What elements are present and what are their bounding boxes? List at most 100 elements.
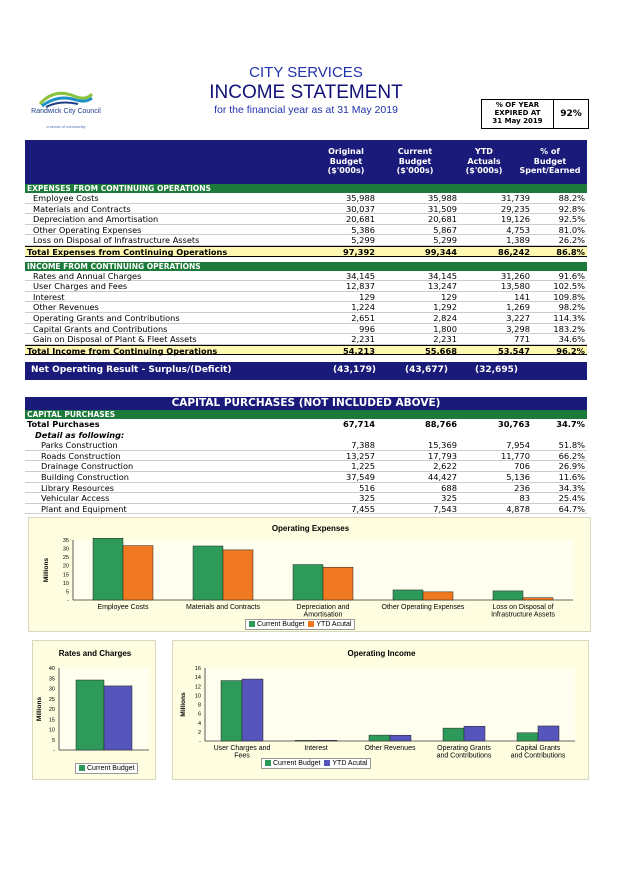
row-label: Other Revenues	[33, 302, 99, 313]
y-tick-label: 20	[63, 564, 69, 570]
row-value: 88,766	[424, 419, 457, 429]
y-axis-label: Millions	[43, 558, 50, 583]
row-value: 7,455	[351, 503, 375, 514]
row-value: 516	[359, 482, 375, 493]
capital-heading: CAPITAL PURCHASES (NOT INCLUDED ABOVE)	[25, 397, 587, 410]
bar-ytd	[122, 545, 154, 601]
year-expired-label-line: EXPIRED AT	[494, 109, 541, 117]
col-pct-budget: % of Budget Spent/Earned	[515, 147, 585, 176]
col-header-line: Budget	[533, 156, 567, 166]
row-value: 67,714	[342, 419, 375, 429]
operating-expenses-chart-panel: Operating Expenses 35 30 25 20 15 10 5- Million…	[28, 517, 591, 632]
logo-text: Randwick City Council	[31, 108, 101, 115]
y-tick-label: 16	[195, 666, 201, 672]
col-header-line: Actuals	[467, 156, 501, 166]
income-row: User Charges and Fees 12,837 13,247 13,580 1…	[25, 281, 587, 292]
row-value: 92.8%	[558, 203, 585, 214]
row-value: 325	[441, 493, 457, 504]
row-value: 17,793	[427, 450, 457, 461]
y-tick-label: 2	[198, 730, 201, 736]
row-value: 35,988	[345, 193, 375, 203]
col-header-line: YTD	[475, 147, 493, 156]
row-label: Building Construction	[41, 471, 129, 482]
row-label: Materials and Contracts	[33, 203, 131, 214]
capital-detail-label-row: Detail as following:	[25, 430, 587, 441]
y-tick-label: -	[199, 739, 201, 745]
x-category-label: Other Revenues	[365, 745, 416, 752]
y-tick-label: 5	[66, 589, 69, 595]
org-name: CITY SERVICES	[249, 64, 363, 81]
income-row: Other Revenues 1,224 1,292 1,269 98.2%	[25, 302, 587, 313]
row-value: 7,543	[433, 503, 457, 514]
operating-income-chart-panel: Operating Income 16 14 12 10 8 6 4 2- Millions Us…	[172, 640, 589, 780]
row-value: 2,651	[351, 312, 375, 323]
income-row: Interest 129 129 141 109.8%	[25, 292, 587, 303]
x-category-label: Infrastructure Assets	[491, 612, 555, 619]
capital-detail-label: Detail as following:	[35, 429, 125, 440]
income-total-row: Total Income from Continuing Operations 5…	[25, 344, 587, 356]
row-value: 5,867	[433, 224, 457, 235]
year-expired-label: % OF YEAR EXPIRED AT 31 May 2019	[482, 100, 554, 128]
bar-ytd	[422, 591, 454, 601]
income-row: Operating Grants and Contributions 2,651 2…	[25, 313, 587, 324]
row-value: 2,231	[433, 334, 457, 345]
row-value: 15,369	[427, 440, 457, 451]
bar-current-budget	[220, 680, 243, 742]
y-tick-label: 12	[195, 684, 201, 690]
expense-row: Other Operating Expenses 5,386 5,867 4,753 8…	[25, 225, 587, 236]
income-section-header: INCOME FROM CONTINUING OPERATIONS	[25, 261, 587, 271]
bar-current-budget	[492, 590, 524, 601]
row-value: 34.6%	[558, 334, 585, 345]
row-value: 96.2%	[556, 345, 585, 356]
capital-row: Plant and Equipment 7,455 7,543 4,878 64.7%	[25, 504, 587, 515]
row-value: 20,681	[345, 214, 375, 225]
row-value: 1,225	[351, 461, 375, 472]
y-tick-label: 10	[195, 693, 201, 699]
net-original: (43,179)	[333, 365, 376, 376]
legend-label: Current Budget	[273, 760, 321, 767]
row-value: 26.9%	[558, 461, 585, 472]
expense-row: Materials and Contracts 30,037 31,509 29,23…	[25, 204, 587, 215]
col-header-line: Original	[328, 147, 364, 156]
col-header-line: Budget	[398, 156, 432, 166]
bar-ytd	[315, 740, 338, 742]
y-tick-label: 35	[49, 676, 55, 682]
row-label: Total Income from Continuing Operations	[27, 345, 218, 356]
col-header-line: ($'000s)	[465, 166, 503, 175]
x-category-label: Interest	[304, 745, 327, 752]
bar-current-budget	[292, 564, 324, 601]
bar-ytd	[222, 549, 254, 601]
row-value: 109.8%	[553, 291, 585, 302]
bar-ytd	[322, 566, 354, 601]
x-category-label: Operating Grants	[437, 745, 491, 752]
row-label: Depreciation and Amortisation	[33, 214, 159, 225]
row-value: 688	[441, 482, 457, 493]
row-value: 44,427	[427, 471, 457, 482]
x-category-label: Materials and Contracts	[186, 604, 260, 611]
capital-row: Library Resources 516 688 236 34.3%	[25, 483, 587, 494]
row-value: 55,668	[424, 345, 457, 356]
row-value: 102.5%	[553, 281, 585, 292]
net-current: (43,677)	[405, 365, 448, 376]
bar-current-budget	[294, 740, 317, 742]
y-axis-label: Millions	[180, 692, 187, 717]
row-value: 97,392	[342, 246, 375, 257]
expenses-total-row: Total Expenses from Continuing Operation…	[25, 245, 587, 257]
col-ytd-actuals: YTD Actuals ($'000s)	[449, 147, 519, 176]
rates-charges-chart-panel: Rates and Charges 40 35 30 25 20 15 10 5- Millio…	[32, 640, 156, 780]
income-rows: Rates and Annual Charges 34,145 34,145 31,2…	[25, 271, 587, 345]
y-tick-label: 35	[63, 538, 69, 544]
column-header-row: Original Budget ($'000s) Current Budget …	[25, 140, 587, 184]
row-value: 35,988	[427, 193, 457, 203]
row-label: Operating Grants and Contributions	[33, 312, 180, 323]
bar-ytd	[537, 725, 560, 742]
y-tick-label: 30	[63, 547, 69, 553]
row-value: 26.2%	[558, 235, 585, 246]
row-value: 5,386	[351, 224, 375, 235]
row-value: 34,145	[345, 270, 375, 281]
row-value: 7,388	[351, 440, 375, 451]
row-value: 34,145	[427, 270, 457, 281]
row-label: Rates and Annual Charges	[33, 270, 142, 281]
row-value: 64.7%	[558, 503, 585, 514]
